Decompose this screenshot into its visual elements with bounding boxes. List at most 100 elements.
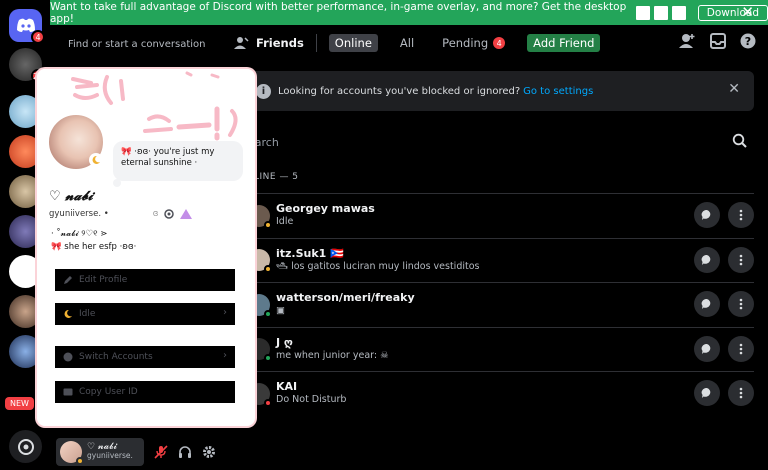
more-options-button[interactable]	[728, 335, 754, 362]
avatar	[60, 440, 84, 465]
friend-name: Georgey mawas	[276, 202, 375, 216]
message-bubble-icon	[701, 298, 711, 309]
user-panel-account[interactable]: ♡ 𝓷𝓪𝓫𝓲 gyuniiverse.	[56, 437, 144, 466]
inbox-icon[interactable]	[710, 33, 726, 49]
message-bubble-icon	[701, 343, 711, 354]
svg-text:?: ?	[745, 35, 751, 48]
status-dot-icon	[264, 398, 272, 407]
friend-name: KAI	[276, 380, 298, 394]
message-button[interactable]	[694, 380, 720, 406]
desktop-app-banner: Want to take full advantage of Discord w…	[50, 0, 768, 25]
message-bubble-icon	[701, 254, 711, 265]
info-icon: i	[256, 83, 271, 99]
tab-online[interactable]: Online	[328, 34, 378, 52]
compass-icon	[17, 438, 34, 455]
profile-bio-line-2: 🎀 she her esfp ·ʚɞ·	[51, 242, 137, 252]
more-vertical-icon	[739, 343, 743, 354]
pencil-icon	[64, 276, 72, 284]
bubble-tail	[113, 179, 121, 187]
idle-status-icon	[76, 456, 84, 465]
discord-app: 4 23 NEW Want to take full advantage of …	[0, 0, 768, 470]
status-dot-icon	[264, 220, 272, 229]
help-icon[interactable]: ?	[740, 33, 756, 49]
chevron-right-icon: ›	[223, 307, 227, 318]
status-dot-icon	[264, 309, 272, 318]
add-friend-button[interactable]: Add Friend	[527, 34, 601, 52]
settings-gear-icon[interactable]	[202, 445, 216, 459]
idle-status-button[interactable]: Idle ›	[55, 303, 235, 325]
friends-header: Friends Online All Pending 4 Add Friend ?	[220, 25, 768, 61]
more-options-button[interactable]	[728, 380, 754, 406]
new-group-dm-icon[interactable]	[678, 33, 696, 49]
idle-moon-icon	[89, 153, 103, 167]
notice-close-icon[interactable]: ✕	[728, 81, 740, 97]
user-panel: ♡ 𝓷𝓪𝓫𝓲 gyuniiverse.	[50, 433, 220, 470]
friends-wave-icon	[234, 37, 249, 49]
more-vertical-icon	[739, 254, 743, 265]
boost-badge-icon[interactable]	[180, 209, 193, 219]
search-icon	[732, 133, 747, 148]
more-options-button[interactable]	[728, 291, 754, 317]
find-conversation-input[interactable]: Find or start a conversation	[60, 33, 212, 55]
home-button[interactable]: 4	[9, 9, 45, 44]
custom-status-bubble[interactable]: 🎀 ·ʚɞ· you're just my eternal sunshine ·	[113, 141, 243, 181]
message-button[interactable]	[694, 246, 720, 273]
message-button[interactable]	[694, 335, 720, 362]
tab-all[interactable]: All	[394, 34, 420, 52]
new-badge: NEW	[5, 397, 34, 410]
profile-username: gyuniiverse. •	[49, 209, 109, 219]
friend-row[interactable]: watterson/meri/freaky ▣	[248, 282, 754, 326]
more-vertical-icon	[739, 298, 743, 310]
friend-status: 🛥 los gatitos luciran muy lindos vestidi…	[276, 260, 480, 272]
linux-icon[interactable]	[671, 5, 686, 20]
windows-icon[interactable]	[635, 5, 650, 20]
friend-status: ▣	[276, 305, 285, 317]
more-vertical-icon	[739, 209, 743, 221]
home-badge: 4	[31, 30, 45, 44]
account-icon	[63, 352, 73, 362]
nitro-badge-icon[interactable]	[162, 209, 176, 219]
more-vertical-icon	[739, 387, 743, 399]
discover-button[interactable]	[9, 430, 42, 463]
user-panel-username: gyuniiverse.	[87, 451, 133, 461]
friend-row[interactable]: KAI Do Not Disturb	[248, 371, 754, 415]
profile-username-row: gyuniiverse. • ɞ	[49, 209, 193, 219]
edit-profile-button[interactable]: Edit Profile	[55, 269, 235, 291]
friends-search-input[interactable]: earch	[248, 129, 754, 155]
friend-row[interactable]: Georgey mawas Idle	[248, 193, 754, 237]
message-button[interactable]	[694, 291, 720, 317]
friend-name: J ღ	[276, 335, 293, 349]
profile-avatar[interactable]	[45, 111, 107, 173]
friend-row[interactable]: itz.Suk1 🇵🇷 🛥 los gatitos luciran muy lin…	[248, 237, 754, 282]
tab-pending[interactable]: Pending 4	[436, 34, 511, 52]
switch-accounts-button[interactable]: Switch Accounts ›	[55, 346, 235, 368]
blocked-accounts-notice: i Looking for accounts you've blocked or…	[248, 71, 754, 111]
message-button[interactable]	[694, 202, 720, 228]
banner-text: Want to take full advantage of Discord w…	[50, 0, 627, 25]
more-options-button[interactable]	[728, 202, 754, 228]
id-card-icon	[63, 388, 73, 396]
apple-icon[interactable]	[653, 5, 668, 20]
pending-badge: 4	[493, 37, 506, 49]
friends-title: Friends	[234, 36, 304, 50]
header-actions: ?	[678, 33, 756, 49]
go-to-settings-link[interactable]: Go to settings	[523, 86, 593, 97]
message-bubble-icon	[701, 387, 711, 398]
download-button[interactable]: Download	[697, 4, 768, 21]
muted-microphone-icon[interactable]	[154, 444, 168, 459]
chevron-right-icon: ›	[223, 350, 227, 361]
friend-row[interactable]: J ღ me when junior year: ☠	[248, 326, 754, 371]
headphones-icon[interactable]	[178, 445, 192, 459]
profile-bio-line-1: · ˚𝓷𝓪𝓫𝓲 ୨♡୧ ⋗	[51, 229, 108, 239]
status-dot-icon	[264, 265, 272, 273]
more-options-button[interactable]	[728, 246, 754, 273]
platform-icons	[635, 5, 686, 20]
header-divider	[315, 34, 317, 52]
friend-status: Do Not Disturb	[276, 394, 347, 406]
friend-name: itz.Suk1 🇵🇷	[276, 246, 344, 260]
copy-user-id-button[interactable]: Copy User ID	[55, 381, 235, 403]
profile-display-name: ♡ 𝓷𝓪𝓫𝓲	[49, 189, 93, 204]
banner-close-icon[interactable]: ✕	[741, 3, 754, 21]
online-count: LINE — 5	[254, 172, 299, 182]
friend-status: me when junior year: ☠	[276, 349, 389, 361]
